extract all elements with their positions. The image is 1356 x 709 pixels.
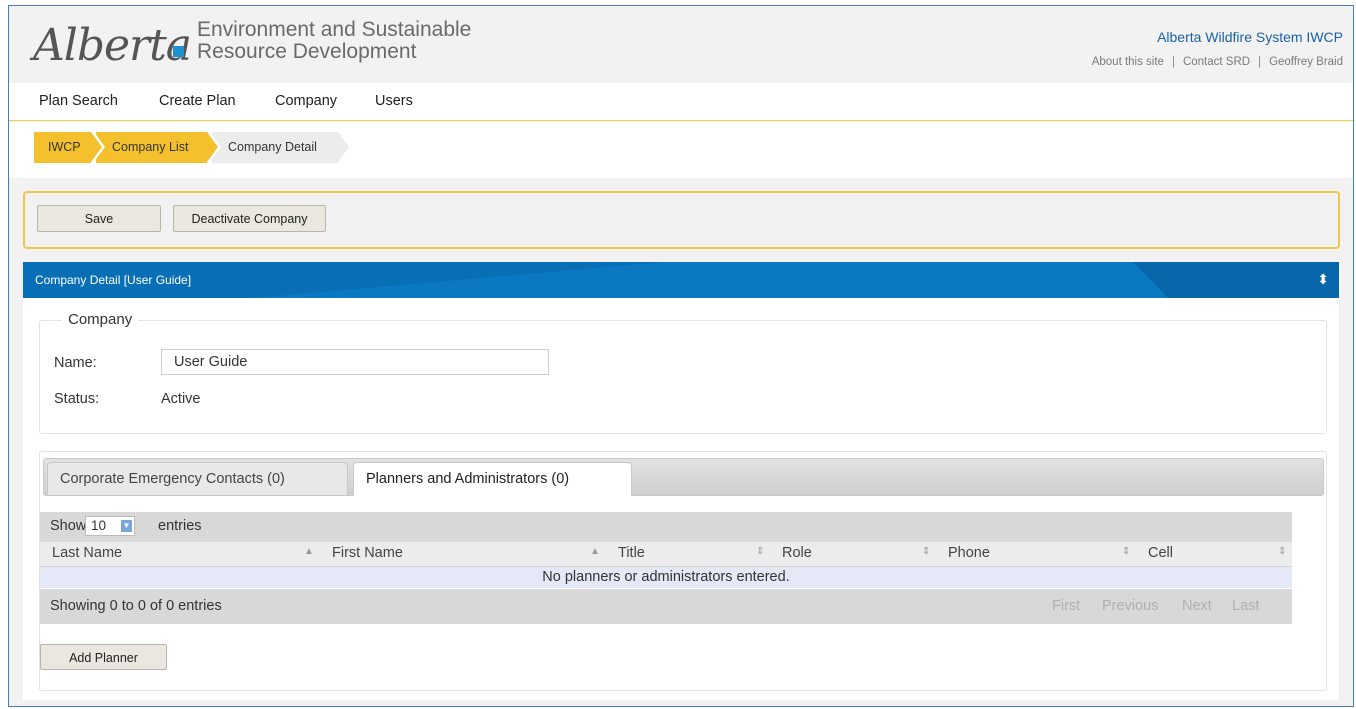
sort-both-icon: ⇕ (1122, 546, 1131, 557)
col-title[interactable]: Title (618, 545, 645, 561)
contact-link[interactable]: Contact SRD (1183, 56, 1250, 68)
pagination-previous[interactable]: Previous (1102, 598, 1158, 614)
department-line-1: Environment and Sustainable (197, 18, 472, 41)
logo-square-icon (173, 46, 184, 57)
col-role[interactable]: Role (782, 545, 812, 561)
sort-both-icon: ⇕ (922, 546, 931, 557)
sort-toggle-icon[interactable]: ⬍ (1317, 271, 1329, 288)
status-value: Active (161, 391, 201, 407)
breadcrumb-label: Company Detail (228, 140, 317, 154)
table-footer: Showing 0 to 0 of 0 entries First Previo… (40, 589, 1292, 624)
col-last-name[interactable]: Last Name (52, 545, 122, 561)
entries-label: entries (158, 518, 202, 534)
col-cell[interactable]: Cell (1148, 545, 1173, 561)
panel-title: Company Detail [User Guide] (35, 273, 192, 287)
page-size-value: 10 (91, 518, 107, 533)
pagination-last[interactable]: Last (1232, 598, 1259, 614)
header-links: About this site | Contact SRD | Geoffrey Bra… (1092, 56, 1343, 68)
department-name: Environment and Sustainable Resource Dev… (197, 19, 471, 63)
company-name-field[interactable] (161, 349, 549, 375)
action-toolbar: Save Deactivate Company (23, 191, 1340, 249)
show-label: Show (50, 518, 87, 534)
save-button[interactable]: Save (37, 205, 161, 232)
department-line-2: Resource Development (197, 40, 417, 63)
col-phone[interactable]: Phone (948, 545, 990, 561)
breadcrumb-iwcp[interactable]: IWCP (34, 132, 105, 163)
breadcrumb: IWCP Company List Company Detail (9, 122, 1353, 178)
company-legend: Company (62, 311, 139, 328)
main-nav: Plan Search Create Plan Company Users (9, 83, 1353, 121)
system-title: Alberta Wildfire System IWCP (1157, 29, 1343, 45)
site-header: Alberta Environment and Sustainable Reso… (9, 6, 1353, 82)
breadcrumb-company-detail: Company Detail (212, 132, 349, 163)
link-separator: | (1258, 56, 1262, 68)
tab-corporate-emergency-contacts[interactable]: Corporate Emergency Contacts (0) (47, 462, 348, 495)
nav-create-plan[interactable]: Create Plan (159, 93, 236, 109)
nav-company[interactable]: Company (275, 93, 337, 109)
app-window: Alberta Environment and Sustainable Reso… (8, 5, 1354, 707)
pagination-first[interactable]: First (1052, 598, 1080, 614)
status-label: Status: (54, 391, 100, 407)
sort-asc-icon: ▲ (590, 546, 600, 557)
user-name-link[interactable]: Geoffrey Braid (1269, 56, 1343, 68)
breadcrumb-label: IWCP (48, 140, 81, 154)
table-info: Showing 0 to 0 of 0 entries (50, 598, 222, 614)
sort-both-icon: ⇕ (756, 546, 765, 557)
tab-strip: Corporate Emergency Contacts (0) Planner… (43, 458, 1324, 496)
nav-users[interactable]: Users (375, 93, 413, 109)
sort-asc-icon: ▲ (304, 546, 314, 557)
breadcrumb-label: Company List (112, 140, 189, 154)
panel-body: Company Name: Status: Active Corporate E… (23, 298, 1339, 700)
panel-header[interactable]: Company Detail [User Guide] ⬍ (23, 262, 1339, 298)
nav-plan-search[interactable]: Plan Search (39, 93, 118, 109)
sort-both-icon: ⇕ (1278, 546, 1287, 557)
name-label: Name: (54, 355, 97, 371)
deactivate-company-button[interactable]: Deactivate Company (173, 205, 326, 232)
logo-wordmark: Alberta (33, 20, 192, 71)
link-separator: | (1171, 56, 1175, 68)
tab-planners-and-administrators[interactable]: Planners and Administrators (0) (353, 462, 632, 496)
add-planner-button[interactable]: Add Planner (40, 644, 167, 670)
table-header: Last Name ▲ First Name ▲ Title ⇕ Role ⇕ … (40, 542, 1292, 567)
company-fieldset: Company Name: Status: Active (39, 311, 1327, 434)
col-first-name[interactable]: First Name (332, 545, 403, 561)
table-toolbar: Show 10 ▼ entries (40, 512, 1292, 542)
about-link[interactable]: About this site (1092, 56, 1164, 68)
breadcrumb-company-list[interactable]: Company List (96, 132, 221, 163)
panel-header-decoration (23, 262, 1339, 298)
empty-table-message: No planners or administrators entered. (40, 567, 1292, 588)
page-size-select[interactable]: 10 ▼ (85, 516, 135, 536)
chevron-down-icon: ▼ (121, 520, 132, 532)
pagination-next[interactable]: Next (1182, 598, 1212, 614)
